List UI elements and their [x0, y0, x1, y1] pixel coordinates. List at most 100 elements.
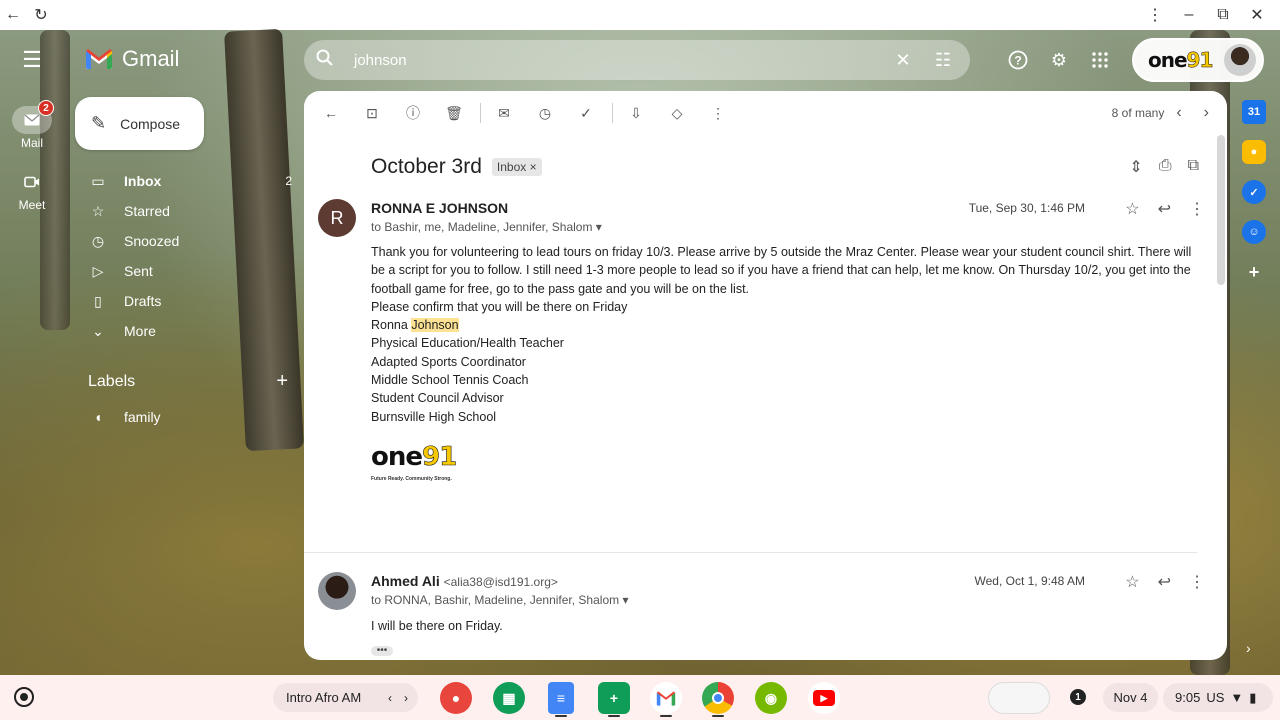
older-chevron-icon[interactable]: › [1204, 104, 1209, 122]
status-tray[interactable]: 9:05 US ▼ ▮ [1163, 683, 1273, 712]
expand-side-panel-icon[interactable]: › [1246, 640, 1251, 656]
reply-icon[interactable]: ↩ [1158, 199, 1171, 219]
docs-app-icon[interactable]: ≡ [548, 682, 574, 714]
clear-search-icon[interactable]: ✕ [888, 50, 918, 71]
video-icon [12, 168, 52, 196]
classroom-app-icon[interactable]: ▦ [493, 682, 525, 714]
next-desk-icon[interactable]: › [404, 691, 408, 705]
snooze-icon[interactable]: ◷ [530, 98, 560, 128]
delete-icon[interactable]: 🗑 [439, 98, 469, 128]
signature-line: Middle School Tennis Coach [371, 373, 529, 388]
nav-starred[interactable]: ☆ Starred [82, 196, 292, 226]
search-options-icon[interactable]: ☷ [928, 50, 958, 71]
svg-text:?: ? [1014, 54, 1021, 68]
clock-icon: ◷ [91, 232, 105, 249]
print-icon[interactable]: ⎙ [1159, 157, 1172, 177]
show-trimmed-content-button[interactable]: ••• [371, 646, 393, 656]
minimize-icon[interactable]: – [1176, 2, 1202, 28]
sender-avatar[interactable]: R [318, 199, 356, 237]
message-toolbar: ← ⊡ ⓘ 🗑 ✉ ◷ ✓ ⇩ ◇ ⋮ 8 of many ‹ › [304, 91, 1227, 135]
move-to-icon[interactable]: ⇩ [621, 98, 651, 128]
collapse-all-icon[interactable]: ⇕ [1129, 157, 1142, 177]
newer-chevron-icon[interactable]: ‹ [1176, 104, 1181, 122]
desk-switcher[interactable]: Intro Afro AM ‹ › [273, 683, 418, 712]
restore-icon[interactable]: ⧉ [1210, 2, 1236, 28]
add-label-icon[interactable]: + [276, 370, 288, 393]
calendar-icon[interactable]: 31 [1242, 100, 1266, 124]
browser-menu-icon[interactable]: ⋮ [1142, 2, 1168, 28]
toolbar-divider [612, 103, 613, 123]
reply-icon[interactable]: ↩ [1158, 572, 1171, 592]
gmail-app-icon[interactable] [650, 682, 682, 714]
signature-name: Ronna Johnson [371, 318, 459, 333]
back-to-list-icon[interactable]: ← [316, 98, 346, 128]
tasks-icon[interactable]: ✓ [1242, 180, 1266, 204]
settings-gear-icon[interactable]: ⚙ [1045, 46, 1073, 74]
app-name: Gmail [122, 46, 180, 71]
close-window-icon[interactable]: ✕ [1244, 2, 1270, 28]
sender-name[interactable]: RONNA E JOHNSON [371, 200, 508, 216]
add-addon-icon[interactable]: + [1242, 260, 1266, 284]
archive-icon[interactable]: ⊡ [357, 98, 387, 128]
message-body: Thank you for volunteering to lead tours… [371, 243, 1197, 488]
launcher-icon[interactable] [14, 687, 34, 707]
recipients-line[interactable]: to Bashir, me, Madeline, Jennifer, Shalo… [371, 220, 602, 234]
system-shelf [0, 675, 1280, 720]
star-icon: ☆ [91, 202, 105, 219]
message-divider [304, 552, 1197, 553]
rail-meet[interactable]: Meet [8, 168, 56, 212]
nav-inbox[interactable]: ▭ Inbox 2 [82, 166, 292, 196]
holding-space-thumbnail[interactable] [988, 682, 1050, 714]
back-arrow-icon[interactable]: ← [0, 2, 26, 28]
mark-unread-icon[interactable]: ✉ [489, 98, 519, 128]
reload-icon[interactable]: ↻ [28, 2, 54, 28]
account-switcher[interactable]: one91 [1132, 38, 1264, 82]
inbox-label-chip[interactable]: Inbox × [491, 158, 542, 176]
gmail-logo[interactable]: Gmail [84, 46, 179, 72]
contacts-icon[interactable]: ☺ [1242, 220, 1266, 244]
add-task-icon[interactable]: ✓ [571, 98, 601, 128]
body-confirm: Please confirm that you will be there on… [371, 299, 628, 314]
recipients-line[interactable]: to RONNA, Bashir, Madeline, Jennifer, Sh… [371, 593, 628, 607]
star-icon[interactable]: ☆ [1125, 572, 1139, 592]
browser-toolbar: ← ↻ ⋮ – ⧉ ✕ [0, 0, 1280, 30]
help-icon[interactable]: ? [1004, 46, 1032, 74]
compose-button[interactable]: ✎ Compose [75, 97, 204, 150]
geforce-now-app-icon[interactable]: ◉ [755, 682, 787, 714]
main-menu-icon[interactable]: ☰ [20, 48, 44, 72]
search-icon[interactable] [316, 49, 344, 72]
more-vert-icon[interactable]: ⋮ [1189, 572, 1205, 592]
search-input[interactable]: johnson [354, 52, 878, 69]
apps-grid-icon[interactable] [1086, 46, 1114, 74]
running-indicator [712, 715, 724, 717]
chrome-app-icon[interactable] [702, 682, 734, 714]
scrollbar[interactable] [1217, 135, 1225, 285]
nav-label: Inbox [124, 173, 162, 189]
more-vert-icon[interactable]: ⋮ [1189, 199, 1205, 219]
nav-drafts[interactable]: ▯ Drafts [82, 286, 292, 316]
youtube-app-icon[interactable]: ▶ [808, 682, 840, 714]
notification-count[interactable]: 1 [1070, 689, 1086, 705]
search-bar[interactable]: johnson ✕ ☷ [304, 40, 970, 80]
message-date: Wed, Oct 1, 9:48 AM [974, 574, 1086, 588]
sender-name[interactable]: Ahmed Ali <alia38@isd191.org> [371, 573, 558, 589]
message-date: Tue, Sep 30, 1:46 PM [968, 201, 1085, 215]
date-tray[interactable]: Nov 4 [1103, 683, 1158, 712]
nav-sent[interactable]: ▷ Sent [82, 256, 292, 286]
canvas-app-icon[interactable]: ● [440, 682, 472, 714]
account-avatar[interactable] [1224, 44, 1256, 76]
more-options-icon[interactable]: ⋮ [703, 98, 733, 128]
prev-desk-icon[interactable]: ‹ [388, 691, 392, 705]
rail-mail[interactable]: 2 Mail [8, 100, 56, 150]
label-family[interactable]: ◖ family [82, 402, 292, 432]
report-spam-icon[interactable]: ⓘ [398, 98, 428, 128]
label-icon[interactable]: ◇ [662, 98, 692, 128]
sheets-app-icon[interactable]: + [598, 682, 630, 714]
nav-more[interactable]: ⌄ More [82, 316, 292, 346]
nav-snoozed[interactable]: ◷ Snoozed [82, 226, 292, 256]
keep-icon[interactable]: ● [1242, 140, 1266, 164]
sender-avatar[interactable] [318, 572, 356, 610]
star-icon[interactable]: ☆ [1125, 199, 1139, 219]
open-new-window-icon[interactable]: ⧉ [1188, 157, 1199, 177]
header-actions: ? ⚙ [1004, 46, 1114, 74]
